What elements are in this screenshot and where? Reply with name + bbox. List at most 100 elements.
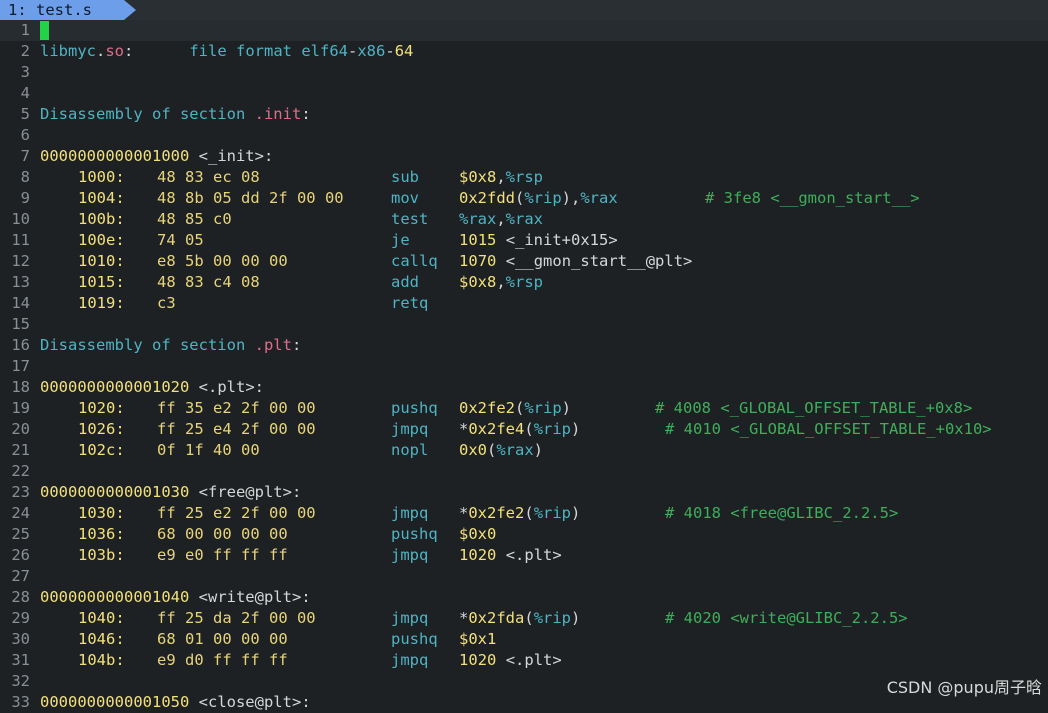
operand-token: , (496, 273, 506, 291)
editor-line[interactable]: 18 0000000000001020 <.plt>: (0, 377, 1048, 398)
editor-line[interactable]: 13 1015: 48 83 c4 08 add $0x8,%rsp (0, 272, 1048, 293)
text-cursor (40, 21, 49, 40)
operand-token: 0 (468, 651, 478, 669)
line-number: 21 (11, 441, 30, 459)
line-number: 29 (11, 609, 30, 627)
editor-line[interactable]: 25 1036: 68 00 00 00 00 pushq $0x0 (0, 524, 1048, 545)
line-number: 31 (11, 651, 30, 669)
instruction-mnemonic: jmpq (391, 420, 429, 438)
editor-line[interactable]: 23 0000000000001030 <free@plt>: (0, 482, 1048, 503)
operand-token: ( (487, 441, 497, 459)
instruction-operands: %rax,%rax (459, 209, 543, 230)
line-number: 28 (11, 588, 30, 606)
editor-line[interactable]: 2 libmyc.so: file format elf64-x86-64 (0, 41, 1048, 62)
editor-line[interactable]: 12 1010: e8 5b 00 00 00 callq 1070 <__gmon_s… (0, 251, 1048, 272)
editor-line[interactable]: 26 103b: e9 e0 ff ff ff jmpq 1020 <.plt> (0, 545, 1048, 566)
instruction-bytes: ff 25 e2 2f 00 00 (157, 504, 316, 522)
tab-arrow-icon (124, 0, 136, 20)
instruction-mnemonic: test (391, 210, 429, 228)
instruction-operands: $0x8,%rsp (459, 167, 543, 188)
operand-token: 15 (477, 231, 506, 249)
editor-line[interactable]: 14 1019: c3 retq (0, 293, 1048, 314)
instruction-operands: *0x2fe2(%rip) (459, 503, 580, 524)
editor-line[interactable]: 5 Disassembly of section .init: (0, 104, 1048, 125)
editor-line[interactable]: 7 0000000000001000 <_init>: (0, 146, 1048, 167)
line-number: 16 (11, 336, 30, 354)
instruction-operands: *0x2fe4(%rip) (459, 419, 580, 440)
operand-token: %rax (459, 210, 497, 228)
instruction-mnemonic: jmpq (391, 609, 429, 627)
editor-line[interactable]: 29 1040: ff 25 da 2f 00 00 jmpq *0x2fda(%rip… (0, 608, 1048, 629)
instruction-address: 1030: (78, 504, 125, 522)
operand-token: <.plt> (505, 651, 562, 669)
operand-token: 0x2fe4 (468, 420, 525, 438)
line-number: 3 (20, 63, 30, 81)
editor-line[interactable]: 9 1004: 48 8b 05 dd 2f 00 00 mov 0x2fdd(%rip… (0, 188, 1048, 209)
instruction-mnemonic: callq (391, 252, 438, 270)
instruction-mnemonic: pushq (391, 525, 438, 543)
operand-token: ) (561, 399, 572, 417)
line-number: 15 (11, 315, 30, 333)
instruction-operands: 0x0(%rax) (459, 440, 543, 461)
editor-line[interactable]: 10 100b: 48 85 c0 test %rax,%rax (0, 209, 1048, 230)
symbol-name: _init (207, 147, 255, 165)
operand-token: 0 (487, 651, 497, 669)
operand-token: ( (524, 420, 534, 438)
editor-line[interactable]: 16 Disassembly of section .plt: (0, 335, 1048, 356)
line-number: 12 (11, 252, 30, 270)
editor-line[interactable]: 1 (0, 20, 1048, 41)
operand-token: 0x2fda (468, 609, 525, 627)
editor-line[interactable]: 30 1046: 68 01 00 00 00 pushq $0x1 (0, 629, 1048, 650)
symbol-name: free@plt (207, 483, 283, 501)
editor-line[interactable]: 24 1030: ff 25 e2 2f 00 00 jmpq *0x2fe2(%rip… (0, 503, 1048, 524)
symbol-address: 0000000000001000 (40, 147, 190, 165)
instruction-address: 104b: (78, 651, 125, 669)
editor-line[interactable]: 27 (0, 566, 1048, 587)
instruction-address: 1019: (78, 294, 125, 312)
operand-token: 0 (487, 252, 497, 270)
editor-line[interactable]: 19 1020: ff 35 e2 2f 00 00 pushq 0x2fe2(%rip… (0, 398, 1048, 419)
instruction-operands: $0x8,%rsp (459, 272, 543, 293)
file-format-dash: - (385, 42, 395, 60)
editor-line[interactable]: 20 1026: ff 25 e4 2f 00 00 jmpq *0x2fe4(%rip… (0, 419, 1048, 440)
editor-line[interactable]: 28 0000000000001040 <write@plt>: (0, 587, 1048, 608)
operand-token: , (496, 210, 506, 228)
instruction-bytes: 0f 1f 40 00 (157, 441, 260, 459)
editor-buffer[interactable]: 1 2 libmyc.so: file format elf64-x86-64 3 4 5… (0, 20, 1048, 713)
line-number: 20 (11, 420, 30, 438)
file-name: libmyc (40, 42, 96, 60)
file-colon: : (124, 42, 134, 60)
line-number: 9 (20, 189, 30, 207)
symbol-address: 0000000000001020 (40, 378, 190, 396)
editor-line[interactable]: 22 (0, 461, 1048, 482)
operand-token: * (459, 504, 469, 522)
editor-line[interactable]: 8 1000: 48 83 ec 08 sub $0x8,%rsp (0, 167, 1048, 188)
operand-token: $0x0 (459, 525, 497, 543)
line-number: 10 (11, 210, 30, 228)
instruction-bytes: ff 35 e2 2f 00 00 (157, 399, 316, 417)
symbol-address: 0000000000001030 (40, 483, 190, 501)
editor-line[interactable]: 31 104b: e9 d0 ff ff ff jmpq 1020 <.plt> (0, 650, 1048, 671)
instruction-address: 1010: (78, 252, 125, 270)
editor-line[interactable]: 6 (0, 125, 1048, 146)
editor-line[interactable]: 17 (0, 356, 1048, 377)
operand-token: <__gmon_start__@plt> (505, 252, 693, 270)
line-number: 27 (11, 567, 30, 585)
instruction-address: 1000: (78, 168, 125, 186)
editor-line[interactable]: 3 (0, 62, 1048, 83)
operand-token (496, 252, 505, 270)
editor-line[interactable]: 11 100e: 74 05 je 1015 <_init+0x15> (0, 230, 1048, 251)
editor-line[interactable]: 4 (0, 83, 1048, 104)
editor-line[interactable]: 15 (0, 314, 1048, 335)
instruction-bytes: e8 5b 00 00 00 (157, 252, 288, 270)
instruction-address: 1040: (78, 609, 125, 627)
operand-token: 2 (477, 546, 488, 564)
line-number: 25 (11, 525, 30, 543)
operand-token: * (459, 420, 469, 438)
line-number: 8 (20, 168, 30, 186)
file-format-bits: 64 (394, 42, 414, 60)
editor-line[interactable]: 21 102c: 0f 1f 40 00 nopl 0x0(%rax) (0, 440, 1048, 461)
symbol-name: write@plt (207, 588, 292, 606)
operand-token: 0x2fe2 (459, 399, 515, 417)
tab-test-s[interactable]: 1: test.s (0, 0, 124, 20)
